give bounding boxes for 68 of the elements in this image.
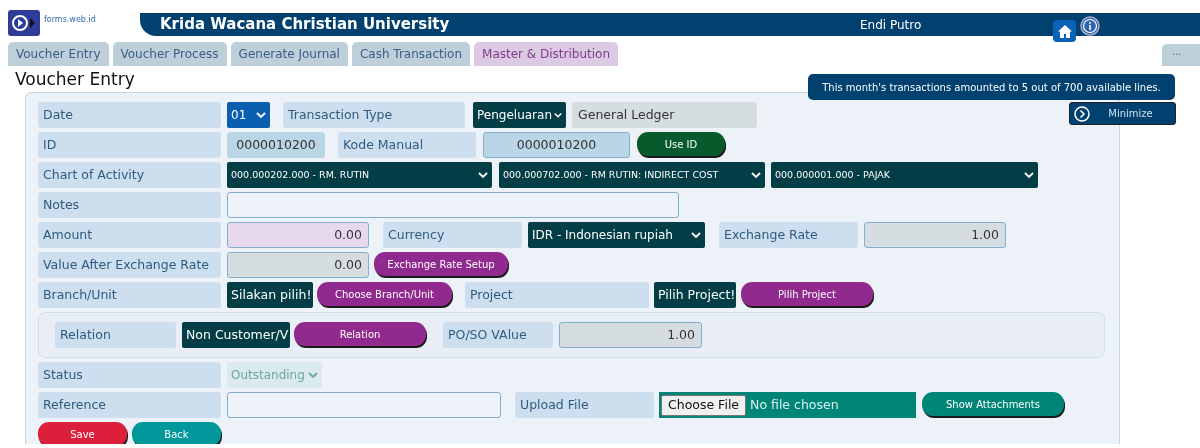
chevron-right-icon xyxy=(1074,105,1090,122)
field-label: Value After Exchange Rate xyxy=(38,252,221,278)
action-button[interactable]: Use ID xyxy=(637,132,725,156)
file-status: No file chosen xyxy=(750,395,839,414)
app-title: Krida Wacana Christian University xyxy=(160,14,450,36)
input-field[interactable]: 1.00 xyxy=(864,222,1006,248)
input-field[interactable]: General Ledger xyxy=(572,102,757,128)
input-field[interactable] xyxy=(227,392,501,418)
selection-display[interactable]: Non Customer/V xyxy=(182,322,290,348)
field-label: Status xyxy=(38,362,221,388)
notice-banner: This month's transactions amounted to 5 out of 700 available lines. xyxy=(808,74,1175,100)
page-title: Voucher Entry xyxy=(15,70,135,88)
field-label: Project xyxy=(465,282,649,308)
relation-button[interactable]: Relation xyxy=(294,322,426,346)
chevron-down-icon xyxy=(554,111,562,119)
field-label: Reference xyxy=(38,392,221,418)
field-label: Upload File xyxy=(515,392,654,418)
tab[interactable]: Cash Transaction xyxy=(351,42,471,66)
file-field[interactable]: Choose File No file chosen xyxy=(659,392,916,418)
logo-icon xyxy=(8,10,40,36)
chevron-down-icon xyxy=(751,171,761,179)
field-label: Exchange Rate xyxy=(719,222,858,248)
field-label: Relation xyxy=(55,322,176,348)
id-value: 0000010200 xyxy=(227,132,325,158)
action-button[interactable]: Choose Branch/Unit xyxy=(317,282,452,306)
chevron-down-icon xyxy=(256,111,266,119)
tab[interactable]: Generate Journal xyxy=(230,42,348,66)
logo-text: forms.web.id xyxy=(44,14,96,26)
dropdown[interactable]: 000.000001.000 - PAJAK xyxy=(771,162,1038,188)
field-label: Amount xyxy=(38,222,221,248)
field-label: Chart of Activity xyxy=(38,162,221,188)
tab[interactable]: Master & Distribution xyxy=(474,42,618,66)
action-button[interactable]: Pilih Project xyxy=(741,282,873,306)
field-label: Date xyxy=(38,102,221,128)
user-name: Endi Putro xyxy=(860,16,922,34)
info-icon[interactable] xyxy=(1080,13,1100,37)
action-button[interactable]: Exchange Rate Setup xyxy=(374,252,508,276)
input-field[interactable]: 0000010200 xyxy=(483,132,630,158)
input-field[interactable]: 1.00 xyxy=(559,322,702,348)
dropdown[interactable]: 01 xyxy=(227,102,270,128)
chevron-down-icon xyxy=(478,171,488,179)
selection-display[interactable]: Pilih Project! xyxy=(654,282,736,308)
back-button[interactable]: Back xyxy=(132,422,221,444)
input-field[interactable]: 0.00 xyxy=(227,252,369,278)
chevron-down-icon xyxy=(1024,171,1034,179)
dropdown[interactable]: 000.000702.000 - RM RUTIN: INDIRECT COST xyxy=(499,162,765,188)
chevron-down-icon xyxy=(308,371,318,379)
input-field[interactable]: 0.00 xyxy=(227,222,369,248)
dropdown[interactable]: IDR - Indonesian rupiah xyxy=(528,222,705,248)
field-label: ID xyxy=(38,132,221,158)
field-label: Currency xyxy=(383,222,522,248)
dropdown[interactable]: Pengeluaran xyxy=(473,102,566,128)
dropdown[interactable]: 000.000202.000 - RM. RUTIN xyxy=(227,162,492,188)
chevron-down-icon xyxy=(691,231,701,239)
action-button[interactable]: Show Attachments xyxy=(922,392,1064,416)
choose-file-button[interactable]: Choose File xyxy=(661,394,747,416)
home-icon[interactable] xyxy=(1053,20,1076,42)
tab[interactable]: Voucher Process xyxy=(112,42,227,66)
field-label: Branch/Unit xyxy=(38,282,221,308)
tab[interactable]: Voucher Entry xyxy=(8,42,109,66)
input-field[interactable] xyxy=(227,192,679,218)
field-label: PO/SO VAlue xyxy=(443,322,553,348)
minimize-button[interactable]: Minimize xyxy=(1069,102,1176,125)
selection-display[interactable]: Silakan pilih! xyxy=(227,282,313,308)
field-label: Transaction Type xyxy=(283,102,465,128)
field-label: Notes xyxy=(38,192,221,218)
save-button[interactable]: Save xyxy=(38,422,127,444)
field-label: Kode Manual xyxy=(338,132,476,158)
